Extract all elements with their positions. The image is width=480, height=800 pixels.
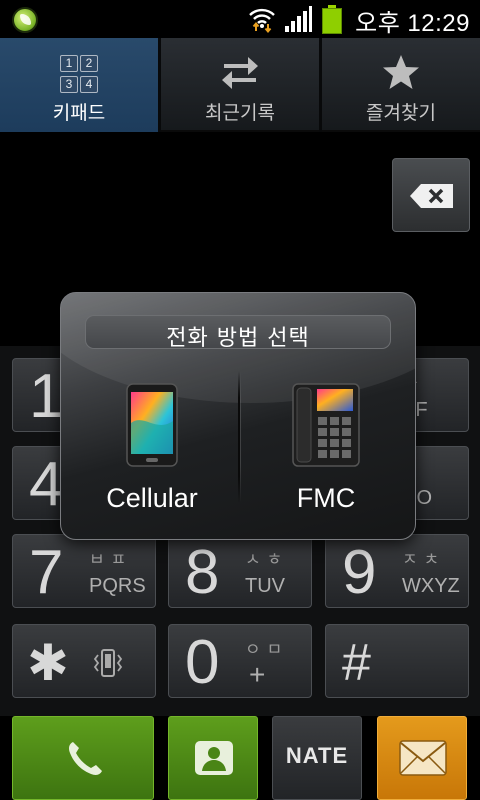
signal-icon [285,6,312,32]
dialog-title-bar: 전화 방법 선택 [85,315,391,351]
tab-favorites[interactable]: 즐겨찾기 [322,38,480,132]
keypad-icon: 12 34 [59,52,99,93]
desk-phone-icon [292,383,360,467]
backspace-button[interactable] [392,158,470,232]
tab-label: 키패드 [52,102,106,124]
star-icon [383,55,419,89]
call-button[interactable] [12,716,154,800]
key-0[interactable]: 0 ㅇㅁ + [168,624,312,698]
vibrate-icon [93,649,123,677]
contacts-icon [195,741,233,775]
dialog-title: 전화 방법 선택 [166,326,310,351]
app-notification-icon [12,7,38,33]
action-row: NATE [0,716,480,800]
contacts-button[interactable] [168,716,258,800]
phone-icon [69,742,102,775]
fmc-option[interactable]: FMC [241,369,411,529]
tab-keypad[interactable]: 12 34 키패드 [0,38,158,132]
tab-bar: 12 34 키패드 최근기록 즐겨찾기 [0,38,480,132]
fmc-label: FMC [296,483,356,513]
dialog-divider [238,371,241,503]
tab-recent[interactable]: 최근기록 [161,38,319,132]
cellular-option[interactable]: Cellular [67,369,237,529]
tab-label: 최근기록 [205,102,275,124]
nate-button[interactable]: NATE [272,716,362,800]
call-method-dialog: 전화 방법 선택 Cellular FMC [60,292,416,540]
key-7[interactable]: 7 ㅂㅍ PQRS [12,534,156,608]
key-8[interactable]: 8 ㅅㅎ TUV [168,534,312,608]
cellular-label: Cellular [106,483,198,513]
key-star[interactable]: ✱ [12,624,156,698]
swap-arrows-icon [222,57,258,89]
envelope-icon [399,740,447,776]
tab-label: 즐겨찾기 [366,102,436,124]
backspace-icon [410,184,453,208]
key-9[interactable]: 9 ㅈㅊ WXYZ [325,534,469,608]
message-button[interactable] [377,716,467,800]
smartphone-icon [126,383,178,467]
key-hash[interactable]: # [325,624,469,698]
status-bar: 오후 12:29 [0,0,480,38]
battery-icon [322,5,342,34]
status-time: 오후 12:29 [355,10,470,37]
wifi-icon [249,8,275,34]
